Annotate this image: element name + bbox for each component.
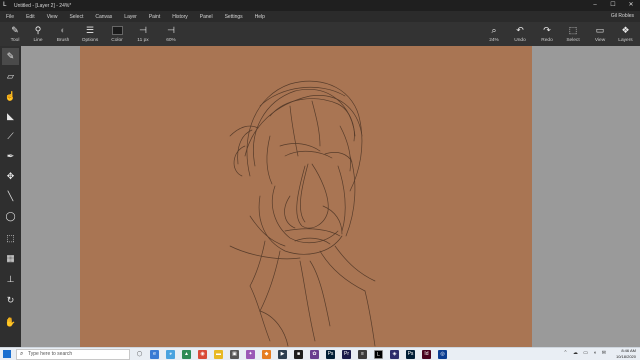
taskbar-search[interactable]: ⌕ Type here to search	[16, 349, 130, 360]
maximize-button[interactable]: ☐	[604, 0, 622, 11]
move-icon[interactable]: ✥	[2, 168, 19, 185]
drawing-canvas[interactable]	[80, 46, 532, 347]
color-swatch	[111, 26, 123, 35]
fill-icon[interactable]: ◣	[2, 108, 19, 125]
app-icon-dark[interactable]: ▶	[278, 350, 287, 359]
edge-icon[interactable]: e	[150, 350, 159, 359]
menu-bar: File Edit View Select Canvas Layer Paint…	[0, 11, 640, 22]
tool-sidebar: ✎ ▱ ☝ ◣ ⟋ ✒ ✥ ╲ ◯ ⬚ ▦ ⊥ ↻ ✋	[0, 46, 21, 347]
system-clock[interactable]: 8:46 AM 10/18/2020	[616, 348, 636, 360]
smudge-icon[interactable]: ☝	[2, 88, 19, 105]
rect-select-icon[interactable]: ⬚	[2, 230, 19, 247]
title-bar: ᒪ Untitled - [Layer 2] - 24%* – ☐ ✕	[0, 0, 640, 11]
folder-icon[interactable]: ▬	[214, 350, 223, 359]
windows-taskbar: ⌕ Type here to search ◯ e ◕ ▲ ◉ ▬ ▣ ✦ ◆ …	[0, 347, 640, 360]
opacity-slider[interactable]: ⊣ 60%	[156, 22, 186, 46]
autodesk-sketchbook-icon[interactable]: L	[374, 350, 383, 359]
menu-edit[interactable]: Edit	[26, 14, 35, 20]
menu-panel[interactable]: Panel	[200, 14, 213, 20]
app-icon-green[interactable]: ▲	[182, 350, 191, 359]
rotate-icon[interactable]: ↻	[2, 292, 19, 309]
menu-help[interactable]: Help	[255, 14, 265, 20]
clock-date: 10/18/2020	[615, 354, 636, 359]
menu-select[interactable]: Select	[69, 14, 83, 20]
options-button[interactable]: ☰ Options	[75, 22, 105, 46]
menu-paint[interactable]: Paint	[149, 14, 160, 20]
app-icon-orange[interactable]: ◆	[262, 350, 271, 359]
app-icon-purple[interactable]: ✦	[246, 350, 255, 359]
window-title: Untitled - [Layer 2] - 24%*	[14, 2, 72, 9]
close-button[interactable]: ✕	[622, 0, 640, 11]
eyedropper-icon[interactable]: ⟋	[2, 128, 19, 145]
stamp-icon[interactable]: ⊥	[2, 271, 19, 288]
search-placeholder: Type here to search	[28, 351, 73, 357]
layers-button[interactable]: ❖ Layers	[611, 22, 640, 46]
system-tray[interactable]: ⌃ ☁ ▭ ◖ ✉	[563, 350, 608, 356]
menu-history[interactable]: History	[172, 14, 188, 20]
gradient-icon[interactable]: ▦	[2, 250, 19, 267]
indesign-icon[interactable]: Id	[422, 350, 431, 359]
browser-icon[interactable]: ◕	[166, 350, 175, 359]
line-icon[interactable]: ╲	[2, 188, 19, 205]
store-icon[interactable]: ▣	[230, 350, 239, 359]
app-icon-blue[interactable]: ◎	[438, 350, 447, 359]
app-icon-violet[interactable]: ✿	[310, 350, 319, 359]
minimize-button[interactable]: –	[586, 0, 604, 11]
size-slider[interactable]: ⊣ 11 px	[128, 22, 158, 46]
layers-icon: ❖	[621, 25, 630, 35]
select-button[interactable]: ⬚ Select	[558, 22, 588, 46]
menu-layer[interactable]: Layer	[124, 14, 137, 20]
pen-icon[interactable]: ✒	[2, 148, 19, 165]
app-logo-icon: ᒪ	[3, 2, 7, 8]
task-view-icon[interactable]: ◯	[135, 350, 144, 359]
hand-icon[interactable]: ✋	[2, 314, 19, 331]
select-icon: ⬚	[568, 25, 578, 35]
chrome-icon[interactable]: ◉	[198, 350, 207, 359]
menu-file[interactable]: File	[6, 14, 14, 20]
search-icon: ⌕	[20, 351, 24, 357]
size-slider-icon: ⊣	[139, 25, 147, 35]
app-icon-gray[interactable]: ≡	[358, 350, 367, 359]
top-toolbar: ✎ Tool ⚲ Line ◐ Brush ☰ Options Color ⊣ …	[0, 22, 640, 46]
brush-icon[interactable]: ✎	[2, 48, 19, 65]
premiere-icon[interactable]: Pr	[342, 350, 351, 359]
menu-settings[interactable]: Settings	[225, 14, 243, 20]
opacity-slider-icon: ⊣	[167, 25, 175, 35]
menu-view[interactable]: View	[47, 14, 58, 20]
lasso-icon[interactable]: ◯	[2, 208, 19, 225]
undo-icon: ↶	[516, 25, 524, 35]
photoshop-icon-2[interactable]: Ps	[406, 350, 415, 359]
windows-start-icon[interactable]	[3, 350, 11, 358]
menu-canvas[interactable]: Canvas	[95, 14, 112, 20]
photoshop-icon[interactable]: Ps	[326, 350, 335, 359]
brush-button[interactable]: ◐ Brush	[48, 22, 78, 46]
sketch-portrait	[229, 80, 376, 347]
user-name[interactable]: Gil Robles	[611, 11, 634, 22]
app-icon-black[interactable]: ■	[294, 350, 303, 359]
brush-shape-icon: ◐	[60, 25, 66, 35]
sliders-icon: ☰	[85, 25, 95, 35]
eraser-icon[interactable]: ▱	[2, 68, 19, 85]
undo-button[interactable]: ↶ Undo	[505, 22, 535, 46]
app-icon-navy[interactable]: ◈	[390, 350, 399, 359]
